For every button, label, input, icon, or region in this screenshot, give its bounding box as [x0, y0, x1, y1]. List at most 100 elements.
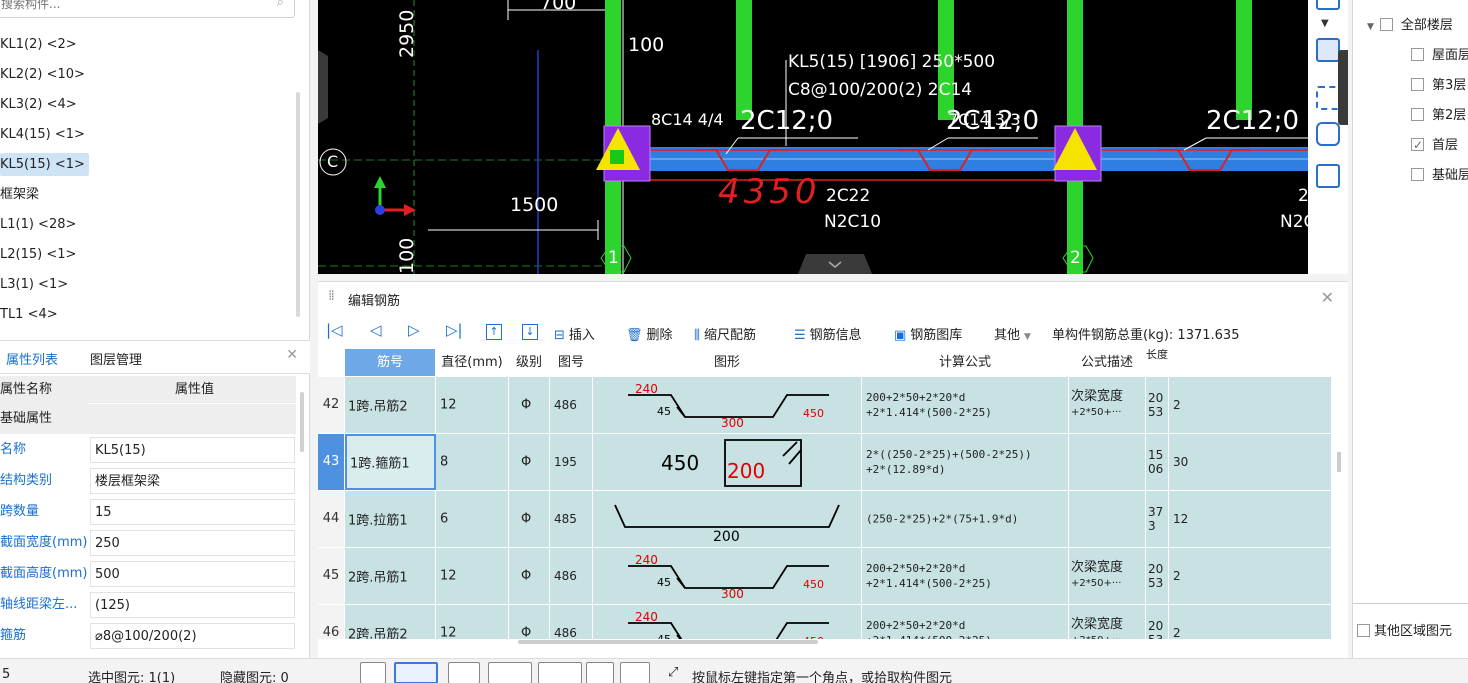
cell-grade[interactable]: Φ	[509, 548, 550, 604]
table-hscrollbar[interactable]	[518, 640, 818, 644]
last-icon[interactable]: ▷|	[446, 321, 463, 339]
cell-shape[interactable]: 450 200	[593, 434, 862, 490]
cell-grade[interactable]: Φ	[509, 605, 550, 639]
checkbox-icon[interactable]	[1411, 135, 1424, 155]
cell-fig[interactable]: 195	[550, 434, 593, 490]
tree-item[interactable]: KL5(15) <1>	[0, 150, 300, 180]
cell-count[interactable]: 2	[1169, 605, 1332, 639]
props-scrollbar[interactable]	[300, 392, 304, 452]
cell-fig[interactable]: 486	[550, 377, 593, 433]
close-icon[interactable]: ✕	[286, 347, 298, 363]
cell-desc[interactable]: 次梁宽度+2*50+···	[1069, 377, 1146, 433]
row-number[interactable]: 44	[318, 491, 344, 547]
header-grade[interactable]: 级别	[509, 349, 549, 376]
cell-length[interactable]: 15 06	[1146, 434, 1169, 490]
props-value[interactable]: KL5(15)	[90, 437, 295, 463]
cell-grade[interactable]: Φ	[509, 434, 550, 490]
delete-button[interactable]: 🗑 删除	[626, 324, 673, 343]
cell-diameter[interactable]: 8	[436, 434, 509, 490]
next-icon[interactable]: ▷	[408, 321, 420, 339]
cube-icon[interactable]	[1316, 38, 1340, 62]
3d-view-icon[interactable]	[1316, 122, 1340, 146]
cell-name[interactable]: 2跨.吊筋2	[345, 605, 436, 639]
cell-desc[interactable]	[1069, 491, 1146, 547]
tree-item[interactable]: TL1 <4>	[0, 300, 300, 330]
cell-formula[interactable]: 200+2*50+2*20*d+2*1.414*(500-2*25)	[862, 548, 1069, 604]
angle-icon[interactable]	[488, 662, 532, 683]
cell-diameter[interactable]: 12	[436, 377, 509, 433]
table-row[interactable]: 462跨.吊筋212Φ48624045300450200+2*50+2*20*d…	[318, 605, 1332, 639]
panel-collapse-handle[interactable]	[1338, 50, 1348, 125]
header-name[interactable]: 筋号	[345, 349, 435, 376]
props-value[interactable]: 楼层框架梁	[90, 468, 295, 494]
header-diameter[interactable]: 直径(mm)	[436, 349, 508, 376]
floor-all[interactable]: ▼ 全部楼层	[1367, 16, 1453, 36]
ortho-icon[interactable]	[360, 662, 386, 683]
cell-shape[interactable]: 24045300450	[593, 605, 862, 639]
tree-item[interactable]: KL2(2) <10>	[0, 60, 300, 90]
checkbox-icon[interactable]	[1411, 48, 1424, 61]
table-row[interactable]: 45 2跨.吊筋1 12 Φ 486 240 45 300 450 200+2*50+2*20*d…	[318, 548, 1332, 605]
offset-icon[interactable]	[538, 662, 582, 683]
insert-button[interactable]: ⊟ 插入	[554, 324, 595, 343]
header-desc[interactable]: 公式描述	[1069, 349, 1145, 376]
checkbox-icon[interactable]	[1411, 78, 1424, 91]
cell-shape[interactable]: 24045300450	[593, 548, 862, 604]
collapse-icon[interactable]: ▼	[1367, 22, 1374, 32]
cad-viewport[interactable]: 2950 700 100 1500 100 KL5(15) [1906] 250…	[318, 0, 1348, 274]
props-value[interactable]: (125)	[90, 592, 295, 618]
cell-length[interactable]: 2053	[1146, 605, 1169, 639]
cell-count[interactable]: 2	[1169, 377, 1332, 433]
header-shape[interactable]: 图形	[593, 349, 861, 376]
list-view-icon[interactable]	[1316, 164, 1340, 188]
cell-desc[interactable]	[1069, 434, 1146, 490]
cell-desc[interactable]: 次梁宽度+2*50+···	[1069, 605, 1146, 639]
row-number[interactable]: 42	[318, 377, 344, 433]
print-icon[interactable]	[586, 662, 614, 683]
cell-grade[interactable]: Φ	[509, 491, 550, 547]
header-formula[interactable]: 计算公式	[862, 349, 1068, 376]
cell-grade[interactable]: Φ	[509, 377, 550, 433]
tree-item[interactable]: KL3(2) <4>	[0, 90, 300, 120]
other-dropdown[interactable]: 其他 ▼	[994, 324, 1031, 343]
props-value[interactable]: 250	[90, 530, 295, 556]
checkbox-icon[interactable]	[1411, 168, 1424, 181]
arc-icon[interactable]	[620, 662, 650, 683]
drag-handle-icon[interactable]: ⁞⁞	[328, 288, 335, 304]
other-area[interactable]: 其他区域图元	[1357, 622, 1452, 642]
cell-formula[interactable]: 200+2*50+2*20*d+2*1.414*(500-2*25)	[862, 605, 1069, 639]
header-fig[interactable]: 图号	[550, 349, 592, 376]
cell-count[interactable]: 12	[1169, 491, 1332, 547]
tab-attributes[interactable]: 属性列表	[6, 349, 58, 368]
move-down-icon[interactable]: ↓	[522, 324, 538, 340]
props-value[interactable]: 15	[90, 499, 295, 525]
checkbox-icon[interactable]	[1411, 108, 1424, 121]
cell-fig[interactable]: 485	[550, 491, 593, 547]
info-button[interactable]: ☰ 钢筋信息	[794, 324, 862, 343]
table-vscrollbar[interactable]	[1337, 452, 1341, 472]
tree-item[interactable]: KL1(2) <2>	[0, 30, 300, 60]
cell-formula[interactable]: 2*((250-2*25)+(500-2*25)) +2*(12.89*d)	[862, 434, 1069, 490]
tree-item[interactable]: L1(1) <28>	[0, 210, 300, 240]
tree-item[interactable]: 框架梁	[0, 180, 300, 210]
tree-scrollbar[interactable]	[296, 92, 300, 317]
row-number[interactable]: 45	[318, 548, 344, 604]
cell-fig[interactable]: 486	[550, 605, 593, 639]
chevron-down-icon[interactable]: ▼	[1321, 18, 1329, 29]
props-value[interactable]: 500	[90, 561, 295, 587]
floor-item[interactable]: 第3层	[1411, 76, 1466, 96]
snap-icon[interactable]	[394, 662, 438, 683]
cell-shape[interactable]: 24045300450	[593, 377, 862, 433]
floor-item[interactable]: 基础层	[1411, 166, 1468, 186]
cell-count[interactable]: 2	[1169, 548, 1332, 604]
floor-item[interactable]: 首层	[1411, 135, 1458, 156]
cell-name[interactable]: 2跨.吊筋1	[345, 548, 436, 604]
cell-shape[interactable]: 200	[593, 491, 862, 547]
cell-diameter[interactable]: 12	[436, 548, 509, 604]
checkbox-icon[interactable]	[1379, 18, 1393, 31]
checkbox-icon[interactable]	[1357, 624, 1370, 637]
search-icon[interactable]: ⌕	[277, 0, 284, 10]
scale-button[interactable]: ⫼ 缩尺配筋	[694, 324, 756, 343]
floor-item[interactable]: 屋面层	[1411, 46, 1468, 66]
table-row[interactable]: 44 1跨.拉筋1 6 Φ 485 200 (250-2*25)+2*(75+1.9*d) 3…	[318, 491, 1332, 548]
